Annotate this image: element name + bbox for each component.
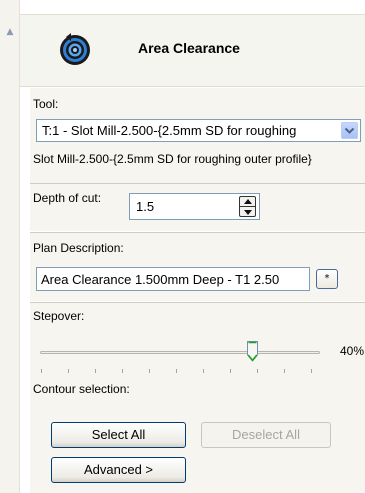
header: Area Clearance <box>20 14 365 87</box>
spin-up-icon[interactable] <box>243 198 253 205</box>
spin-buttons[interactable] <box>239 196 256 217</box>
deselect-all-button[interactable]: Deselect All <box>201 422 331 448</box>
stepover-percent: 40% <box>340 344 365 358</box>
slider-tick <box>41 369 42 373</box>
tool-description: Slot Mill-2.500-{2.5mm SD for roughing o… <box>33 152 312 166</box>
depth-value: 1.5 <box>136 199 155 214</box>
tool-select-value: T:1 - Slot Mill-2.500-{2.5mm SD for roug… <box>42 123 297 138</box>
contour-label: Contour selection: <box>33 382 130 396</box>
stepover-slider-track[interactable] <box>40 351 320 354</box>
depth-spinner[interactable]: 1.5 <box>129 193 260 220</box>
page-title: Area Clearance <box>138 40 240 56</box>
slider-tick <box>230 369 231 373</box>
advanced-button[interactable]: Advanced > <box>51 457 186 483</box>
tool-select[interactable]: T:1 - Slot Mill-2.500-{2.5mm SD for roug… <box>36 119 361 142</box>
plan-label: Plan Description: <box>33 241 124 255</box>
slider-tick <box>203 369 204 373</box>
slider-tick <box>95 369 96 373</box>
chevron-down-icon[interactable] <box>341 122 358 139</box>
plan-description-value: Area Clearance 1.500mm Deep - T1 2.50 <box>41 272 280 287</box>
plan-description-input[interactable]: Area Clearance 1.500mm Deep - T1 2.50 <box>36 267 310 291</box>
slider-tick <box>176 369 177 373</box>
stepover-slider-thumb[interactable] <box>247 341 258 362</box>
slider-tick <box>68 369 69 373</box>
slider-tick <box>311 369 312 373</box>
slider-tick <box>149 369 150 373</box>
spiral-target-icon <box>60 33 90 65</box>
top-strip <box>20 0 365 14</box>
spin-down-icon[interactable] <box>243 209 253 216</box>
tool-label: Tool: <box>33 97 59 111</box>
plan-options-button[interactable]: * <box>316 269 338 289</box>
slider-tick <box>284 369 285 373</box>
depth-label: Depth of cut: <box>33 191 102 205</box>
scroll-up-icon[interactable]: ▲ <box>2 24 18 40</box>
slider-tick <box>257 369 258 373</box>
vertical-scrollbar[interactable]: ▲ <box>0 0 20 493</box>
stepover-label: Stepover: <box>33 309 85 323</box>
slider-tick <box>122 369 123 373</box>
select-all-button[interactable]: Select All <box>51 422 186 448</box>
